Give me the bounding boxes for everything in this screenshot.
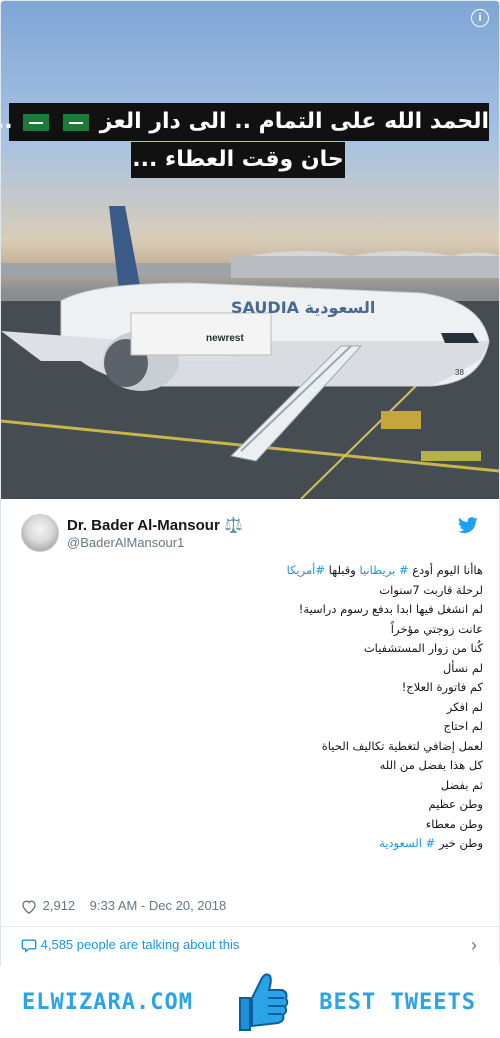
tweet-card: newrest SAUDIA السعودية 38 i الحمد الله …	[0, 0, 500, 968]
chevron-right-icon[interactable]: ›	[471, 935, 477, 956]
divider	[1, 926, 499, 927]
photo-caption-line1: الحمد الله على التمام .. الى دار العز ..	[1, 103, 489, 141]
tweet-line: هاأنا اليوم أودع # بريطانيا وقبلها #أمري…	[1, 561, 483, 581]
author-name[interactable]: Dr. Bader Al-Mansour ⚖️	[67, 516, 243, 534]
tweet-text-segment: وقبلها	[324, 563, 360, 577]
tweet-line: وطن معطاء	[425, 816, 483, 831]
tweet-meta: 2,912 9:33 AM - Dec 20, 2018	[21, 898, 227, 915]
svg-text:38: 38	[455, 368, 464, 377]
conversation-link[interactable]: 4,585 people are talking about this	[21, 937, 239, 953]
saudi-flag-icon	[23, 113, 50, 131]
svg-text:SAUDIA السعودية: SAUDIA السعودية	[231, 298, 375, 317]
tweet-header: Dr. Bader Al-Mansour ⚖️ @BaderAlMansour1	[1, 499, 499, 559]
twitter-bird-icon[interactable]	[457, 517, 479, 535]
site-brand: ELWIZARA.COM	[22, 990, 193, 1015]
tweet-line: كل هذا بفضل من الله	[379, 758, 483, 772]
author-handle[interactable]: @BaderAlMansour1	[67, 535, 184, 550]
tweet-line: وطن عظيم	[428, 797, 483, 811]
conversation-count[interactable]: 4,585 people are talking about this	[41, 937, 240, 952]
author-name-text[interactable]: Dr. Bader Al-Mansour	[67, 517, 220, 534]
watermark-footer: ELWIZARA.COM BEST TWEETS	[0, 966, 500, 1038]
tweet-line: وطن خير # السعودية	[1, 834, 483, 854]
thumbs-up-icon	[239, 973, 289, 1031]
saudi-flag-icon	[63, 113, 90, 131]
like-count[interactable]: 2,912	[43, 898, 76, 913]
caption-text-1: الحمد الله على التمام .. الى دار العز	[99, 109, 489, 134]
info-icon[interactable]: i	[471, 9, 489, 27]
brand-tagline: BEST TWEETS	[319, 990, 476, 1015]
tweet-line: لم احتاج	[443, 719, 483, 733]
tweet-photo[interactable]: newrest SAUDIA السعودية 38 i الحمد الله …	[1, 1, 499, 499]
avatar[interactable]	[21, 514, 59, 552]
airplane-scene: newrest SAUDIA السعودية 38	[1, 206, 499, 499]
tweet-line: لم افكر	[446, 699, 483, 714]
tweet-line: لم انشغل فيها ابدا بدفع رسوم دراسية!	[298, 602, 483, 616]
tweet-line: عانت زوجتي مؤخراً	[390, 621, 483, 636]
hashtag-link[interactable]: # بريطانيا	[359, 563, 408, 577]
tweet-text: هاأنا اليوم أودع # بريطانيا وقبلها #أمري…	[1, 561, 483, 854]
heart-icon[interactable]	[21, 899, 37, 915]
tweet-timestamp[interactable]: 9:33 AM - Dec 20, 2018	[90, 898, 227, 913]
comment-icon	[21, 939, 37, 953]
tweet-text-segment: هاأنا اليوم أودع	[408, 563, 483, 577]
svg-text:newrest: newrest	[206, 333, 244, 344]
tweet-line: لعمل إضافي لتغطية تكاليف الحياة	[321, 738, 483, 753]
hashtag-link[interactable]: # السعودية	[379, 836, 435, 850]
tweet-line: لم نسأل	[442, 660, 483, 675]
photo-caption-line2: حان وقت العطاء ...	[131, 142, 345, 178]
hashtag-link[interactable]: #أمريكا	[287, 563, 325, 577]
tweet-text-segment: وطن خير	[435, 836, 483, 850]
tweet-line: ثم بفضل	[440, 777, 483, 792]
scales-icon: ⚖️	[223, 517, 243, 534]
tweet-line: لرحلة قاربت 7سنوات	[379, 582, 483, 597]
caption-ellipsis: ..	[1, 109, 13, 134]
tweet-line: كم فاتورة العلاج!	[401, 680, 483, 694]
tweet-line: كُنا من زوار المستشفيات	[363, 641, 483, 655]
